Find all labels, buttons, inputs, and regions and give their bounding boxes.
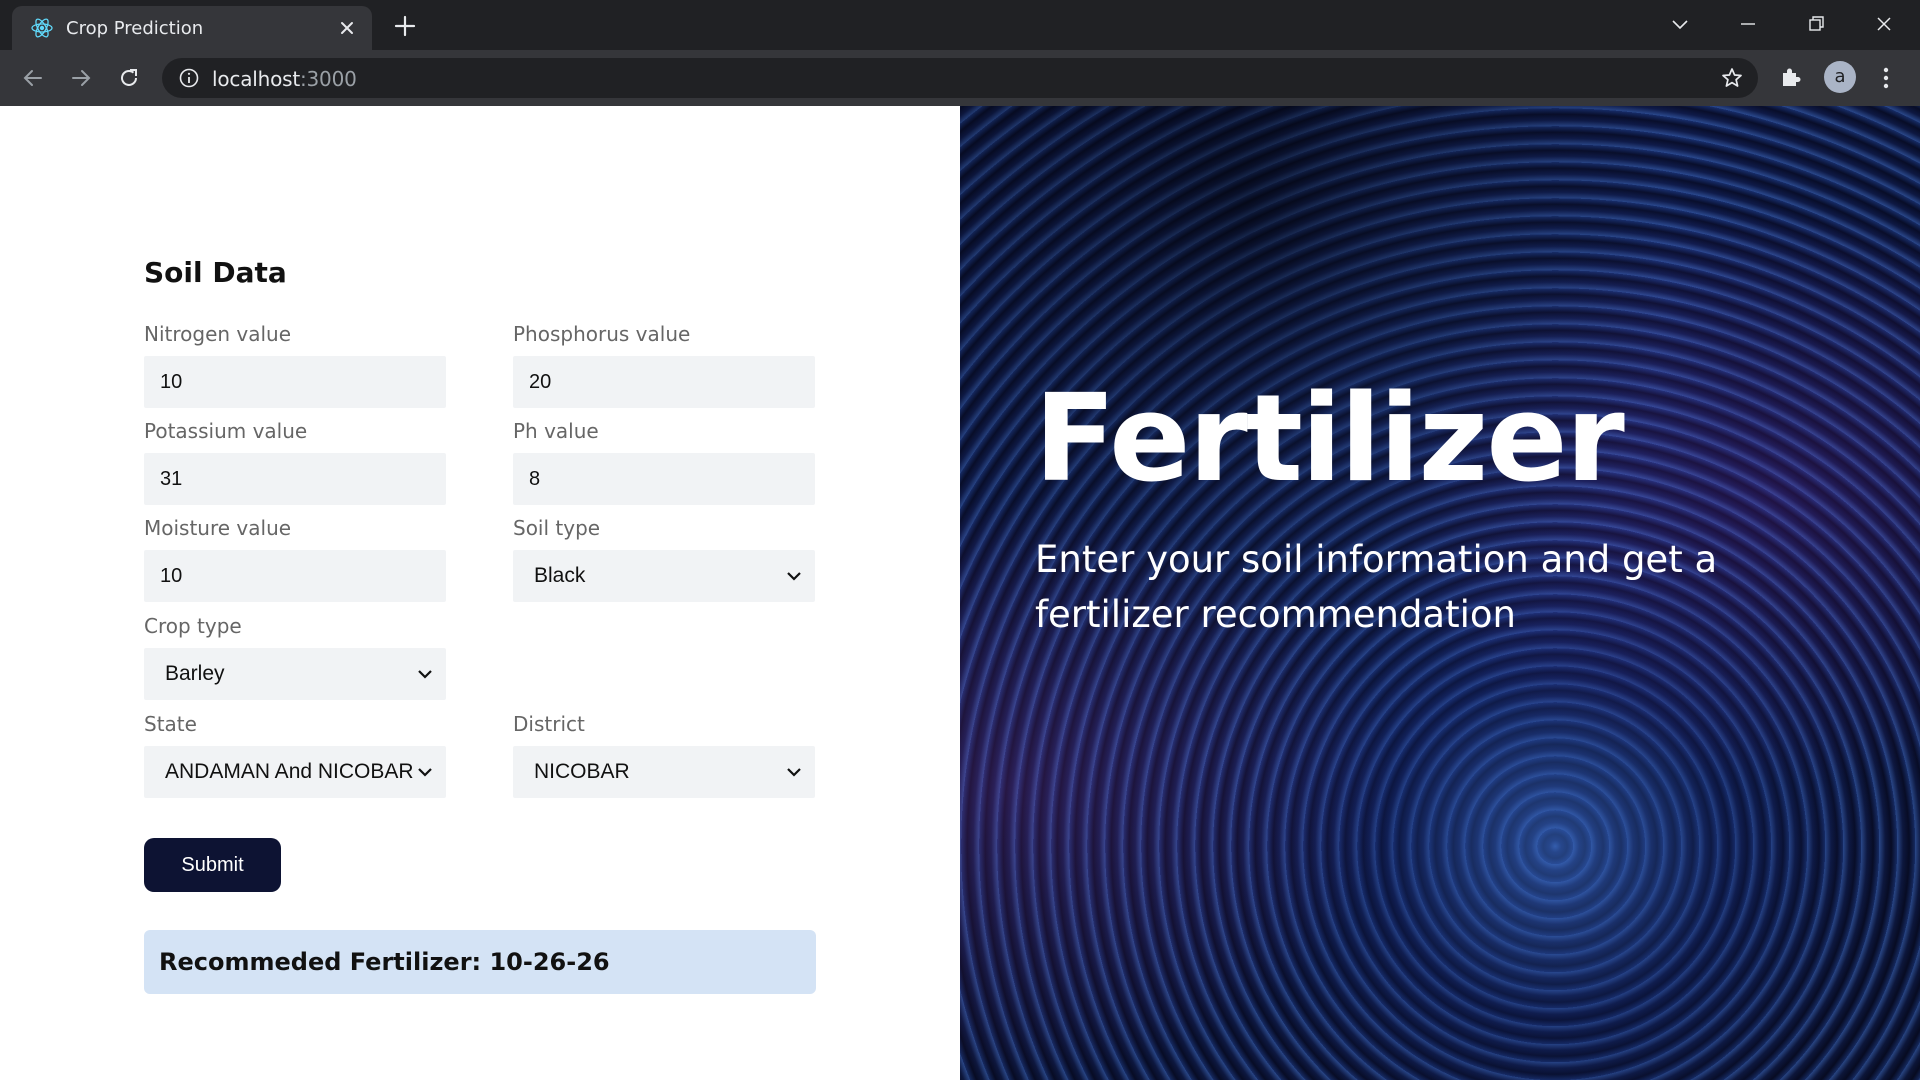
close-window-icon[interactable]: [1870, 10, 1898, 38]
tab-search-chevron-icon[interactable]: [1666, 10, 1694, 38]
fertilizer-result-text: Recommeded Fertilizer: 10-26-26: [159, 948, 610, 976]
soil-type-value: Black: [534, 564, 586, 587]
district-label: District: [513, 712, 585, 736]
url-text: localhost:3000: [212, 67, 357, 91]
moisture-label: Moisture value: [144, 516, 292, 540]
state-label: State: [144, 712, 197, 736]
profile-avatar[interactable]: a: [1824, 61, 1856, 93]
browser-chrome: Crop Prediction localhost:3000 a: [0, 0, 1920, 106]
phosphorus-label: Phosphorus value: [513, 322, 691, 346]
address-bar[interactable]: localhost:3000: [162, 58, 1758, 98]
nitrogen-field-group: Nitrogen value: [144, 322, 446, 408]
page-content: Soil Data Nitrogen value Phosphorus valu…: [0, 106, 1920, 1080]
tab-title: Crop Prediction: [66, 18, 204, 39]
chevron-down-icon: [787, 572, 801, 581]
ph-field-group: Ph value: [513, 419, 815, 505]
soil-type-label: Soil type: [513, 516, 601, 540]
district-select[interactable]: NICOBAR: [513, 746, 815, 798]
ph-input[interactable]: [513, 453, 815, 505]
moisture-input[interactable]: [144, 550, 446, 602]
phosphorus-field-group: Phosphorus value: [513, 322, 815, 408]
soil-type-select[interactable]: Black: [513, 550, 815, 602]
tab-strip: Crop Prediction: [0, 0, 1920, 50]
potassium-input[interactable]: [144, 453, 446, 505]
bookmark-star-icon[interactable]: [1720, 66, 1744, 90]
moisture-field-group: Moisture value: [144, 516, 446, 602]
site-info-icon[interactable]: [178, 67, 200, 89]
ph-label: Ph value: [513, 419, 599, 443]
url-port: :3000: [299, 67, 357, 91]
district-value: NICOBAR: [534, 760, 630, 783]
nitrogen-input[interactable]: [144, 356, 446, 408]
phosphorus-input[interactable]: [513, 356, 815, 408]
forward-arrow-icon[interactable]: [68, 65, 94, 91]
state-value: ANDAMAN And NICOBAR: [165, 760, 414, 783]
react-favicon-icon: [31, 18, 53, 38]
chevron-down-icon: [418, 670, 432, 679]
crop-type-select[interactable]: Barley: [144, 648, 446, 700]
extensions-puzzle-icon[interactable]: [1778, 64, 1804, 90]
url-host: localhost: [212, 67, 300, 91]
chevron-down-icon: [418, 768, 432, 777]
restore-icon[interactable]: [1802, 10, 1830, 38]
crop-type-field-group: Crop type Barley: [144, 614, 446, 700]
form-title: Soil Data: [144, 256, 287, 289]
soil-form-panel: Soil Data Nitrogen value Phosphorus valu…: [0, 106, 960, 1080]
crop-type-value: Barley: [165, 662, 225, 685]
fertilizer-result-box: Recommeded Fertilizer: 10-26-26: [144, 930, 816, 994]
nitrogen-label: Nitrogen value: [144, 322, 292, 346]
potassium-label: Potassium value: [144, 419, 308, 443]
close-tab-icon[interactable]: [336, 17, 358, 39]
back-arrow-icon[interactable]: [20, 65, 46, 91]
hero-subtitle: Enter your soil information and get a fe…: [1035, 538, 1718, 636]
submit-button[interactable]: Submit: [144, 838, 281, 892]
hero-title: Fertilizer: [1034, 370, 1625, 509]
district-field-group: District NICOBAR: [513, 712, 815, 798]
new-tab-icon[interactable]: [392, 13, 418, 39]
state-select[interactable]: ANDAMAN And NICOBAR: [144, 746, 446, 798]
browser-tab[interactable]: Crop Prediction: [12, 6, 372, 50]
potassium-field-group: Potassium value: [144, 419, 446, 505]
soil-type-field-group: Soil type Black: [513, 516, 815, 602]
chevron-down-icon: [787, 768, 801, 777]
hero-panel: Fertilizer Enter your soil information a…: [960, 106, 1920, 1080]
browser-toolbar: localhost:3000 a: [0, 50, 1920, 106]
minimize-icon[interactable]: [1734, 10, 1762, 38]
more-menu-icon[interactable]: [1876, 64, 1896, 92]
reload-icon[interactable]: [116, 65, 142, 91]
crop-type-label: Crop type: [144, 614, 242, 638]
state-field-group: State ANDAMAN And NICOBAR: [144, 712, 446, 798]
